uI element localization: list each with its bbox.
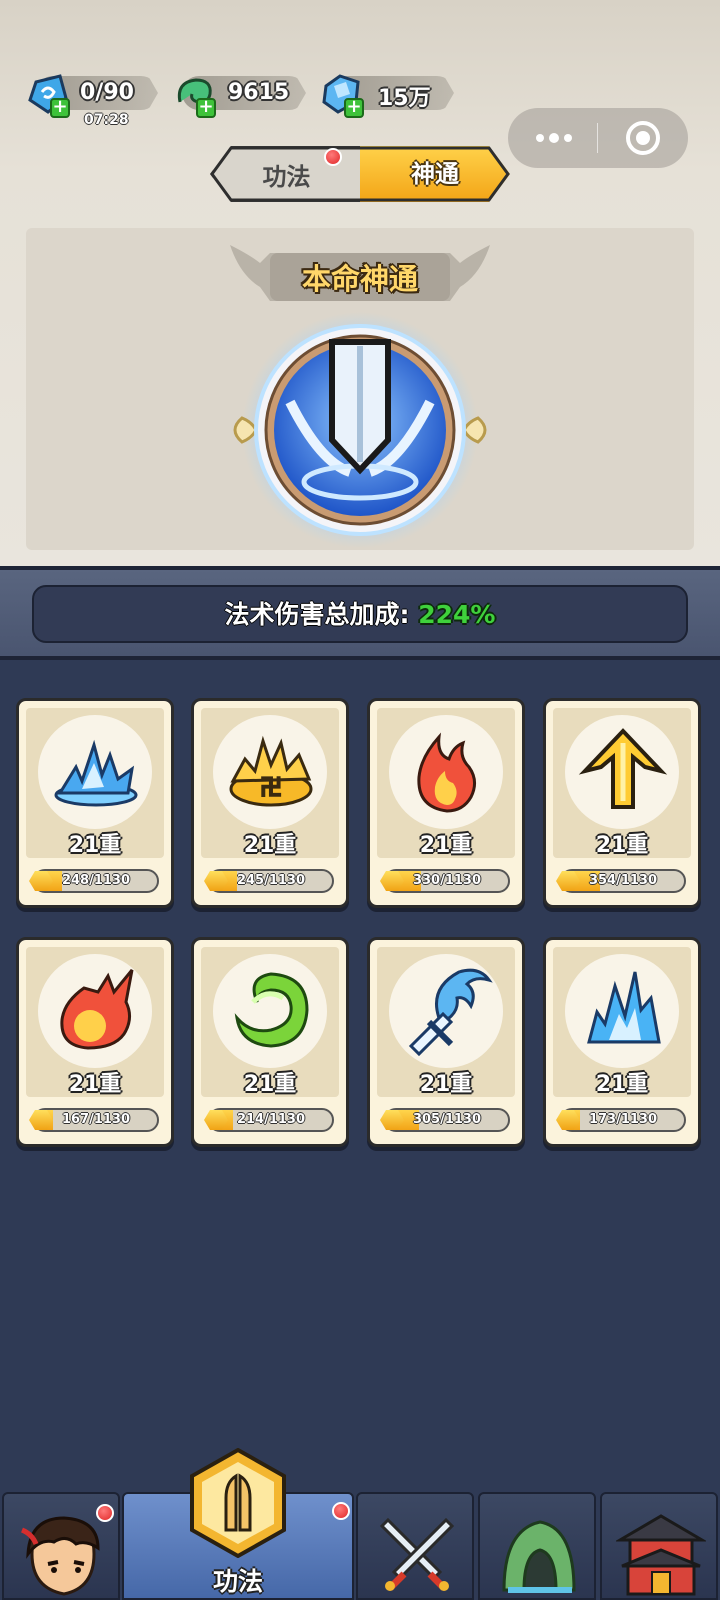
cave-icon (502, 1520, 576, 1593)
card-progress-text: 248/1130 (61, 873, 131, 888)
total-bonus-bar: 法术伤害总加成: 224% (32, 585, 688, 643)
nav-cave[interactable] (478, 1492, 596, 1600)
skill-card[interactable]: 卍 21重 245/1130 (191, 698, 349, 908)
card-level: 21重 (68, 833, 122, 858)
card-level: 21重 (595, 1072, 649, 1097)
skill-card[interactable]: 21重 167/1130 (16, 937, 174, 1147)
tab-switch: 功法 神通 (210, 146, 510, 202)
stamina-add-button[interactable]: + (50, 98, 70, 118)
card-level: 21重 (595, 833, 649, 858)
card-progress-text: 214/1130 (236, 1112, 306, 1127)
card-level: 21重 (243, 1072, 297, 1097)
crossed-swords-icon (379, 1517, 455, 1591)
card-level: 21重 (243, 833, 297, 858)
skill-card[interactable]: 21重 173/1130 (543, 937, 701, 1147)
stamina-timer: 07:28 (84, 112, 129, 128)
top-area: + 0/90 07:28 + 9615 + 15万 功法 神通 本命神通 (0, 0, 720, 568)
nav-gongfa-notification-dot (332, 1502, 350, 1520)
svg-text:卍: 卍 (260, 776, 282, 801)
blue-flame-icon (587, 971, 661, 1044)
tab-shentong[interactable]: 神通 (360, 146, 510, 202)
skill-card[interactable]: 21重 248/1130 (16, 698, 174, 908)
nav-battle[interactable] (356, 1492, 474, 1600)
praying-hands-icon (190, 1448, 286, 1558)
hero-avatar-icon (20, 1516, 100, 1596)
stamina-value: 0/90 (80, 80, 134, 105)
card-progress-text: 354/1130 (588, 873, 658, 888)
card-level: 21重 (419, 833, 473, 858)
bottom-nav: 功法 (0, 1448, 720, 1600)
more-menu-icon[interactable] (534, 130, 574, 146)
wind-swirl-icon (234, 972, 309, 1048)
ice-burst-icon (54, 739, 138, 807)
skill-card[interactable]: 21重 354/1130 (543, 698, 701, 908)
jade-add-button[interactable]: + (196, 98, 216, 118)
close-mini-program-icon[interactable] (626, 121, 660, 155)
jade-value: 9615 (228, 80, 290, 105)
card-progress-text: 245/1130 (236, 873, 306, 888)
card-progress-text: 167/1130 (61, 1112, 131, 1127)
crystal-add-button[interactable]: + (344, 98, 364, 118)
skill-card[interactable]: 21重 305/1130 (367, 937, 525, 1147)
card-progress-text: 173/1130 (588, 1112, 658, 1127)
fireball-icon (60, 969, 134, 1050)
bonus-label: 法术伤害总加成: (224, 600, 410, 629)
crystal-value: 15万 (378, 86, 431, 111)
bonus-value: 224% (418, 600, 496, 629)
mini-program-capsule (508, 108, 688, 168)
card-level: 21重 (419, 1072, 473, 1097)
nav-character-notification-dot (96, 1504, 114, 1522)
tab-gongfa-notification-dot (324, 148, 342, 166)
flame-icon (417, 732, 476, 813)
ice-sword-icon (408, 968, 493, 1057)
nav-temple[interactable] (600, 1492, 718, 1600)
skill-card[interactable]: 21重 330/1130 (367, 698, 525, 908)
sword-icon[interactable] (220, 312, 500, 552)
golden-arrow-icon (578, 728, 668, 809)
temple-icon (616, 1514, 706, 1596)
capsule-divider (597, 123, 598, 153)
card-level: 21重 (68, 1072, 122, 1097)
golden-burst-icon: 卍 (229, 735, 313, 807)
main-skill-title: 本命神通 (301, 262, 418, 296)
card-progress-text: 305/1130 (412, 1112, 482, 1127)
nav-gongfa-label: 功法 (212, 1567, 263, 1596)
nav-character[interactable] (2, 1492, 120, 1600)
card-progress-text: 330/1130 (412, 873, 482, 888)
nav-gongfa[interactable]: 功法 (122, 1448, 354, 1600)
skill-card[interactable]: 21重 214/1130 (191, 937, 349, 1147)
